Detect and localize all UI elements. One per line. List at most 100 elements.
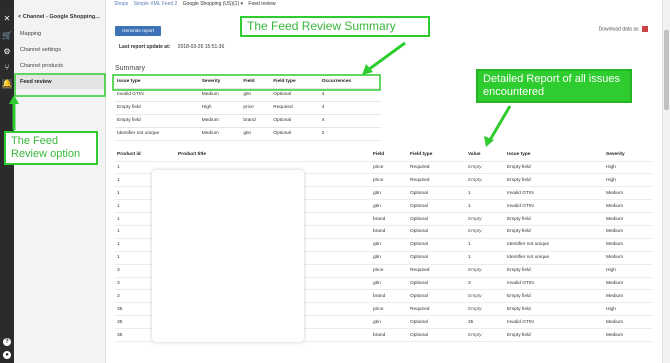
download-label: Download data as [598,26,639,33]
details-cell-field: gtin [371,277,408,291]
summary-title: Summary [115,65,145,72]
gear-icon[interactable]: ⚙ [2,47,12,57]
details-cell-field-type: Optional [408,328,466,342]
details-cell-field-type: Optional [408,238,466,252]
sidebar-title-text: Channel - Google Shopping... [22,14,100,20]
summary-cell-issue-type: Empty field [115,101,200,115]
details-cell-field-type: Optional [408,199,466,214]
sidebar-item-label: Mapping [20,31,42,37]
breadcrumb-feed[interactable]: Simple XML Feed 2 [134,1,178,7]
details-cell-field: brand [371,289,408,304]
details-cell-field-type: Optional [408,315,466,330]
details-cell-value: Empty [466,289,505,304]
back-icon[interactable]: < [18,14,21,20]
details-cell-severity: Medium [604,212,653,226]
download-data[interactable]: Download data as [599,26,648,32]
details-cell-severity: Medium [604,186,653,201]
breadcrumb-channel-dropdown[interactable]: Google Shopping (US)(1) ▾ [183,1,243,7]
summary-col-issue-type: Issue type [115,76,200,89]
summary-cell-field-type: Optional [271,114,320,128]
close-icon[interactable]: ✕ [2,14,12,24]
summary-cell-field-type: Optional [271,88,320,102]
redacted-titles-overlay [152,170,304,342]
summary-col-occurrences: Occurrences [319,76,381,89]
scrollbar[interactable] [662,0,670,363]
details-cell-issue-type: Empty field [505,264,604,278]
user-icon[interactable]: ● [3,351,11,359]
sidebar-item-channel-settings[interactable]: Channel settings [14,43,106,57]
details-cell-issue-type: Identifier not unique [505,251,604,265]
cart-icon[interactable]: 🛒 [2,31,12,41]
generate-report-button[interactable]: Generate report [115,26,161,36]
summary-cell-field: gtin [241,88,272,102]
summary-cell-severity: Medium [199,88,242,102]
sidebar: < Channel - Google Shopping... Mapping C… [14,0,106,363]
details-cell-field: gtin [371,199,408,214]
details-cell-value: Empty [466,328,505,342]
details-cell-value: 35 [466,315,505,330]
details-cell-field: brand [371,225,408,239]
details-cell-issue-type: Empty field [505,302,604,317]
details-col-severity: Severity [604,148,653,162]
details-cell-value: Empty [466,161,505,175]
details-cell-field: brand [371,212,408,226]
details-cell-severity: Medium [604,238,653,252]
summary-row: Empty field Medium brand Optional 4 [115,114,381,128]
summary-col-field: Field [241,76,272,89]
details-cell-severity: High [604,173,653,188]
details-cell-issue-type: Invalid GTIN [505,277,604,291]
details-cell-value: 3 [466,277,505,291]
sidebar-item-mapping[interactable]: Mapping [14,27,106,41]
summary-cell-field: brand [241,114,272,128]
sidebar-item-feed-review[interactable]: Feed review [14,75,106,89]
details-cell-field: gtin [371,315,408,330]
details-cell-value: 1 [466,186,505,201]
summary-cell-field-type: Optional [271,127,320,141]
details-cell-severity: Medium [604,315,653,330]
help-icon[interactable]: ? [3,338,11,346]
summary-table: Issue type Severity Field Field type Occurre… [115,76,381,141]
sidebar-item-channel-products[interactable]: Channel products [14,59,106,73]
details-cell-value: 1 [466,238,505,252]
details-cell-severity: Medium [604,277,653,291]
details-cell-field-type: Required [408,161,466,175]
last-update-label: Last report update at: [119,44,171,50]
details-col-product-title: Product title [176,148,371,162]
summary-cell-occurrences: 2 [319,127,381,141]
summary-col-field-type: Field type [271,76,320,89]
summary-callout: The Feed Review Summary [240,16,430,37]
breadcrumb-shops[interactable]: Shops [114,1,128,7]
breadcrumb: Shops Simple XML Feed 2 Google Shopping … [114,1,280,9]
details-col-value: Value [466,148,505,162]
option-callout: The Feed Review option [4,131,98,165]
summary-cell-issue-type: Invalid GTIN [115,88,200,102]
sidebar-item-label: Channel settings [20,47,61,53]
details-cell-field: price [371,264,408,278]
download-icon[interactable] [642,26,648,32]
summary-cell-severity: Medium [199,127,242,141]
details-cell-severity: Medium [604,225,653,239]
details-cell-field-type: Required [408,264,466,278]
summary-row: Invalid GTIN Medium gtin Optional 4 [115,88,381,102]
details-cell-issue-type: Invalid GTIN [505,315,604,330]
summary-cell-issue-type: Empty field [115,114,200,128]
details-cell-field: gtin [371,238,408,252]
details-col-product-id: Product id [115,148,176,162]
bell-icon[interactable]: 🔔 [2,79,12,89]
details-cell-issue-type: Empty field [505,161,604,175]
sidebar-item-label: Feed review [20,79,52,85]
details-cell-field-type: Required [408,173,466,188]
details-cell-value: Empty [466,225,505,239]
scrollbar-thumb[interactable] [664,30,669,110]
sidebar-title[interactable]: < Channel - Google Shopping... [18,14,100,20]
summary-cell-occurrences: 4 [319,101,381,115]
details-cell-field-type: Optional [408,225,466,239]
details-cell-field-type: Optional [408,277,466,291]
details-cell-field: price [371,161,408,175]
merge-icon[interactable]: ⑂ [2,63,12,73]
details-cell-value: Empty [466,212,505,226]
details-cell-field: brand [371,328,408,342]
details-callout: Detailed Report of all issues encountere… [476,69,632,103]
summary-col-severity: Severity [199,76,242,89]
details-cell-field-type: Optional [408,289,466,304]
